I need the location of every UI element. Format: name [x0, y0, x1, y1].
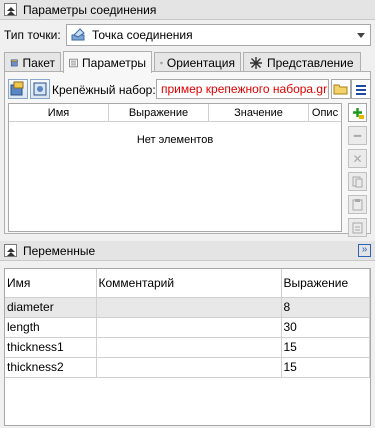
menu-icon: [356, 85, 366, 95]
add-row-button[interactable]: [348, 103, 367, 122]
column-header-comment[interactable]: Комментарий: [96, 269, 282, 298]
connection-point-icon: [71, 28, 85, 41]
copy-button[interactable]: [348, 172, 367, 191]
fastener-view-button[interactable]: [30, 79, 50, 99]
paste-button[interactable]: [348, 195, 367, 214]
connection-panel-header: Параметры соединения: [0, 0, 375, 20]
menu-button[interactable]: [351, 79, 371, 99]
fastener-3d-icon: [33, 82, 47, 96]
var-expression[interactable]: 30: [281, 317, 370, 338]
var-expression[interactable]: 15: [281, 357, 370, 378]
tab-parameters-label: Параметры: [82, 55, 146, 70]
empty-message: Нет элементов: [136, 134, 214, 146]
representation-icon: [250, 56, 262, 69]
collapse-variables-icon[interactable]: [4, 244, 17, 257]
expand-right-icon[interactable]: »: [358, 244, 371, 257]
variables-panel-title: Переменные: [23, 243, 96, 258]
package-icon: [10, 59, 18, 66]
fastener-file-field[interactable]: пример крепежного набора.grb: [156, 79, 329, 99]
variables-panel-header: Переменные »: [0, 241, 375, 261]
variables-header-row: Имя Комментарий Выражение: [5, 269, 370, 298]
tab-package-label: Пакет: [22, 55, 55, 70]
table-row[interactable]: thickness2 15: [5, 357, 370, 378]
remove-icon: ━: [353, 128, 362, 143]
column-header-value[interactable]: Значение: [209, 104, 309, 121]
connection-panel-title: Параметры соединения: [23, 2, 157, 17]
tab-representation[interactable]: Представление: [243, 52, 361, 72]
parameters-grid: Имя Выражение Значение Опис Нет элементо…: [8, 103, 342, 232]
column-header-var-name[interactable]: Имя: [5, 269, 97, 298]
table-row[interactable]: diameter 8: [5, 297, 370, 318]
point-type-dropdown[interactable]: Точка соединения: [66, 24, 371, 46]
delete-row-button[interactable]: ✕: [348, 149, 367, 168]
point-type-value: Точка соединения: [92, 28, 193, 42]
tab-orientation[interactable]: Ориентация: [154, 52, 241, 72]
open-folder-button[interactable]: [331, 79, 351, 99]
column-header-var-expression[interactable]: Выражение: [281, 269, 370, 298]
column-header-name[interactable]: Имя: [9, 104, 109, 121]
var-name[interactable]: thickness2: [5, 357, 97, 378]
collapse-icon[interactable]: [4, 3, 17, 16]
parameters-icon: [69, 58, 78, 67]
fastener-label: Крепёжный набор:: [52, 83, 156, 97]
tab-parameters[interactable]: Параметры: [63, 51, 152, 73]
variables-table: Имя Комментарий Выражение diameter 8 len…: [4, 268, 371, 426]
point-type-label: Тип точки:: [4, 28, 61, 42]
var-name[interactable]: length: [5, 317, 97, 338]
table-row[interactable]: thickness1 15: [5, 337, 370, 358]
add-icon: [353, 108, 364, 119]
var-comment[interactable]: [96, 337, 282, 358]
tab-orientation-label: Ориентация: [166, 55, 235, 70]
remove-row-button[interactable]: ━: [348, 126, 367, 145]
point-type-row: Тип точки:: [4, 24, 61, 46]
tab-representation-label: Представление: [267, 55, 354, 70]
column-header-expression[interactable]: Выражение: [109, 104, 209, 121]
copy-icon: [352, 176, 363, 188]
var-expression[interactable]: 8: [281, 297, 370, 318]
folder-icon: [333, 84, 348, 95]
delete-icon: ✕: [352, 151, 363, 166]
var-comment[interactable]: [96, 357, 282, 378]
clipboard-button[interactable]: [348, 218, 367, 237]
column-header-description[interactable]: Опис: [309, 104, 341, 121]
tab-package[interactable]: Пакет: [4, 52, 61, 72]
clipboard-icon: [352, 222, 363, 234]
parameters-grid-header: Имя Выражение Значение Опис: [9, 104, 341, 122]
paste-icon: [352, 199, 363, 211]
var-name[interactable]: diameter: [5, 297, 97, 318]
var-comment[interactable]: [96, 317, 282, 338]
orientation-icon: [160, 61, 163, 64]
var-comment[interactable]: [96, 297, 282, 318]
fastener-edit-button[interactable]: [8, 79, 28, 99]
grid-toolbar: ━ ✕: [348, 103, 368, 241]
chevron-down-icon[interactable]: [357, 33, 365, 38]
fastener-set-icon: [10, 81, 24, 96]
var-name[interactable]: thickness1: [5, 337, 97, 358]
table-row[interactable]: length 30: [5, 317, 370, 338]
var-expression[interactable]: 15: [281, 337, 370, 358]
tab-bar: Пакет Параметры Ориентация Представление: [4, 50, 363, 73]
